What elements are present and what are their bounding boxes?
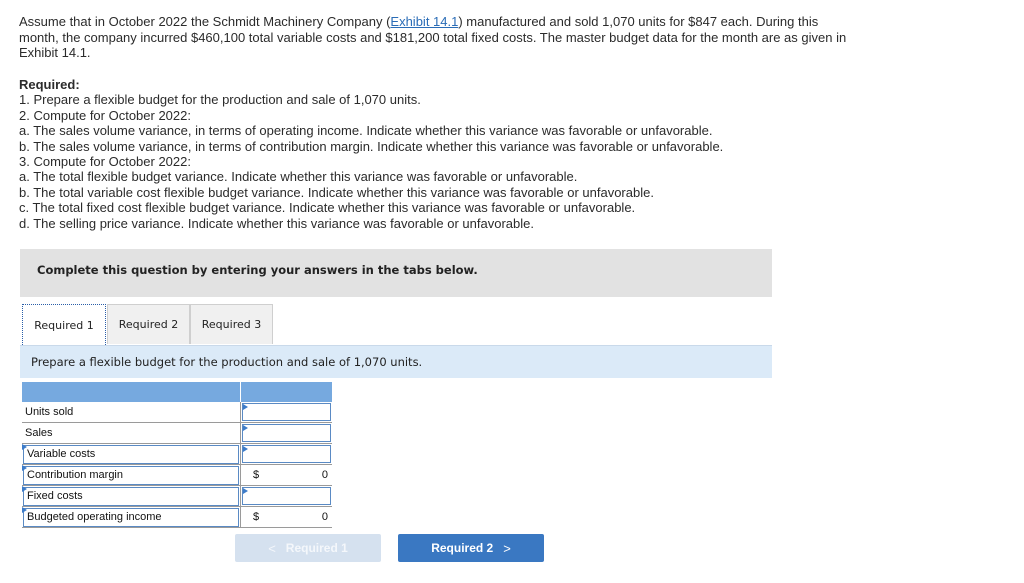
header-cell-label <box>22 382 241 402</box>
row-label-sales: Sales <box>25 426 53 439</box>
requirement-line: d. The selling price variance. Indicate … <box>19 215 534 231</box>
units-sold-input[interactable] <box>242 403 331 421</box>
computed-value: 0 <box>321 511 328 523</box>
fixed-costs-input[interactable] <box>242 487 331 505</box>
row-label-budgeted-operating-income[interactable]: Budgeted operating income <box>23 507 239 527</box>
next-required-button[interactable]: Required 2 > <box>398 534 544 562</box>
flexible-budget-table: Units sold Sales Variable costs Contribu… <box>22 382 332 528</box>
chevron-left-icon: < <box>268 540 276 556</box>
intro-text-start: Assume that in October 2022 the Schmidt … <box>19 14 391 29</box>
tab-required-1[interactable]: Required 1 <box>22 304 106 345</box>
table-row: Budgeted operating income $0 <box>22 506 332 528</box>
contribution-margin-value: $0 <box>241 465 332 485</box>
table-header-row <box>22 382 332 402</box>
instruction-banner: Complete this question by entering your … <box>20 249 772 297</box>
input-marker-icon <box>22 444 27 450</box>
table-row: Sales <box>22 422 332 444</box>
currency-symbol: $ <box>253 469 260 481</box>
tab-required-2[interactable]: Required 2 <box>107 304 190 344</box>
requirements-list: Required: 1. Prepare a flexible budget f… <box>19 77 819 231</box>
required-heading: Required: <box>19 77 80 92</box>
table-row: Units sold <box>22 402 332 423</box>
prompt-text: Prepare a flexible budget for the produc… <box>31 355 423 369</box>
tab-required-3[interactable]: Required 3 <box>190 304 273 344</box>
input-marker-icon <box>243 425 248 431</box>
row-label-variable-costs[interactable]: Variable costs <box>23 444 239 464</box>
chevron-right-icon: > <box>503 540 511 556</box>
tab-prompt: Prepare a flexible budget for the produc… <box>20 345 772 378</box>
requirement-line: 2. Compute for October 2022: <box>19 107 191 123</box>
input-marker-icon <box>22 465 27 471</box>
computed-value: 0 <box>321 469 328 481</box>
requirement-line: a. The sales volume variance, in terms o… <box>19 123 713 139</box>
input-marker-icon <box>243 404 248 410</box>
problem-intro: Assume that in October 2022 the Schmidt … <box>19 14 849 61</box>
next-button-label: Required 2 <box>431 541 494 555</box>
prev-button-label: Required 1 <box>285 541 348 555</box>
row-label-contribution-margin[interactable]: Contribution margin <box>23 465 239 485</box>
input-marker-icon <box>22 507 27 513</box>
table-row: Fixed costs <box>22 485 332 507</box>
row-label-fixed-costs[interactable]: Fixed costs <box>23 486 239 506</box>
input-marker-icon <box>243 488 248 494</box>
requirement-line: c. The total fixed cost flexible budget … <box>19 200 636 216</box>
requirement-line: 3. Compute for October 2022: <box>19 154 191 170</box>
exhibit-link[interactable]: Exhibit 14.1 <box>390 14 458 29</box>
budgeted-operating-income-value: $0 <box>241 507 332 527</box>
requirement-line: 1. Prepare a flexible budget for the pro… <box>19 92 421 108</box>
header-cell-value <box>240 382 332 402</box>
currency-symbol: $ <box>253 511 260 523</box>
input-marker-icon <box>22 486 27 492</box>
row-label-units-sold: Units sold <box>25 405 74 418</box>
requirement-line: a. The total flexible budget variance. I… <box>19 169 578 185</box>
instruction-text: Complete this question by entering your … <box>37 263 478 277</box>
variable-costs-input[interactable] <box>242 445 331 463</box>
requirement-line: b. The total variable cost flexible budg… <box>19 184 654 200</box>
prev-required-button[interactable]: < Required 1 <box>235 534 381 562</box>
input-marker-icon <box>243 446 248 452</box>
table-row: Variable costs <box>22 443 332 465</box>
requirement-line: b. The sales volume variance, in terms o… <box>19 138 724 154</box>
table-row: Contribution margin $0 <box>22 464 332 486</box>
sales-input[interactable] <box>242 424 331 442</box>
